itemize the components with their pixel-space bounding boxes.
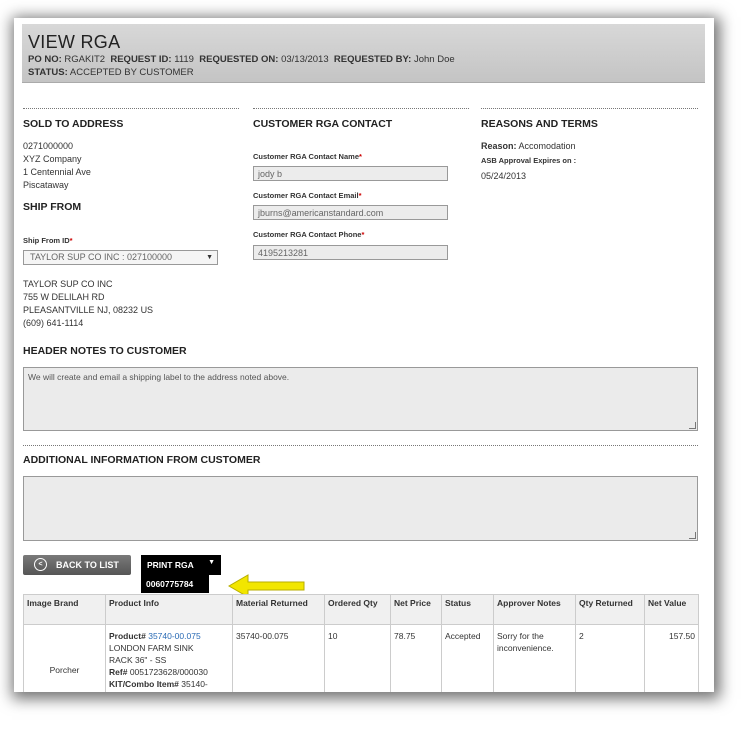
address-line: 1 Centennial Ave xyxy=(23,167,91,177)
requested-on-value: 03/13/2013 xyxy=(281,54,329,65)
column-header: Ordered Qty xyxy=(324,594,391,625)
print-rga-button[interactable]: PRINT RGA ▼ xyxy=(141,555,221,575)
column-header: Qty Returned xyxy=(575,594,645,625)
table-header-row: Image Brand Product Info Material Return… xyxy=(23,594,699,625)
contact-name-label: Customer RGA Contact Name* xyxy=(253,152,362,161)
resize-grip-icon[interactable] xyxy=(689,532,696,539)
additional-info-textarea[interactable] xyxy=(23,476,698,541)
approver-notes-line: inconvenience. xyxy=(497,643,554,653)
column-header: Status xyxy=(441,594,494,625)
print-option-item[interactable]: 0060775784 xyxy=(141,575,209,593)
approver-notes-line: Sorry for the xyxy=(497,631,544,641)
kit-value: 35140- xyxy=(181,679,208,689)
divider xyxy=(23,445,698,446)
column-header: Image Brand xyxy=(23,594,106,625)
additional-info-title: ADDITIONAL INFORMATION FROM CUSTOMER xyxy=(23,454,261,466)
reasons-title: REASONS AND TERMS xyxy=(481,118,598,130)
chevron-left-icon: < xyxy=(34,558,47,571)
contact-title: CUSTOMER RGA CONTACT xyxy=(253,118,393,130)
contact-email-label: Customer RGA Contact Email* xyxy=(253,191,362,200)
ref-label: Ref# xyxy=(109,667,128,677)
column-header: Approver Notes xyxy=(493,594,576,625)
ship-from-select[interactable]: TAYLOR SUP CO INC : 027100000 ▼ xyxy=(23,250,218,265)
sold-to-address: 0271000000 XYZ Company 1 Centennial Ave … xyxy=(23,140,91,192)
requested-by-value: John Doe xyxy=(413,54,455,65)
request-id-label: REQUEST ID: xyxy=(110,54,172,65)
divider xyxy=(23,108,239,109)
approval-label: ASB Approval Expires on : xyxy=(481,156,577,165)
page-title: VIEW RGA xyxy=(28,32,121,52)
column-header: Material Returned xyxy=(232,594,325,625)
net-value-cell: 157.50 xyxy=(644,624,699,692)
reason-line: Reason: Accomodation xyxy=(481,140,576,153)
request-id-value: 1119 xyxy=(174,54,194,65)
column-header: Net Price xyxy=(390,594,442,625)
contact-phone-label: Customer RGA Contact Phone* xyxy=(253,230,365,239)
material-returned-cell: 35740-00.075 xyxy=(232,624,325,692)
items-table: Image Brand Product Info Material Return… xyxy=(23,594,699,692)
reason-label: Reason: xyxy=(481,141,517,151)
back-to-list-button[interactable]: < BACK TO LIST xyxy=(23,555,131,575)
qty-returned-cell: 2 xyxy=(575,624,645,692)
ship-from-id-label: Ship From ID* xyxy=(23,236,73,245)
product-label: Product# xyxy=(109,631,146,641)
ship-from-address: TAYLOR SUP CO INC 755 W DELILAH RD PLEAS… xyxy=(23,278,153,330)
rga-window: VIEW RGA PO NO: RGAKIT2 REQUEST ID: 1119… xyxy=(14,18,714,692)
table-row: Porcher Product# 35740-00.075 LONDON FAR… xyxy=(23,624,699,692)
resize-grip-icon[interactable] xyxy=(689,422,696,429)
header-notes-text: We will create and email a shipping labe… xyxy=(28,372,290,382)
kit-label: KIT/Combo Item# xyxy=(109,679,179,689)
address-line: XYZ Company xyxy=(23,154,82,164)
ordered-qty-cell: 10 xyxy=(324,624,391,692)
sold-to-title: SOLD TO ADDRESS xyxy=(23,118,124,130)
header-notes-title: HEADER NOTES TO CUSTOMER xyxy=(23,345,187,357)
product-info-cell: Product# 35740-00.075 LONDON FARM SINK R… xyxy=(105,624,233,692)
contact-name-field[interactable]: jody b xyxy=(253,166,448,181)
approval-date: 05/24/2013 xyxy=(481,171,527,181)
divider xyxy=(253,108,469,109)
reason-value: Accomodation xyxy=(518,141,576,151)
header-info-line: PO NO: RGAKIT2 REQUEST ID: 1119 REQUESTE… xyxy=(28,54,455,65)
po-value: RGAKIT2 xyxy=(64,54,106,65)
po-label: PO NO: xyxy=(28,54,62,65)
requested-on-label: REQUESTED ON: xyxy=(199,54,279,65)
back-to-list-label: BACK TO LIST xyxy=(56,560,119,570)
status-value: ACCEPTED BY CUSTOMER xyxy=(69,67,194,78)
contact-email-field[interactable]: jburns@americanstandard.com xyxy=(253,205,448,220)
net-price-cell: 78.75 xyxy=(390,624,442,692)
ship-from-title: SHIP FROM xyxy=(23,201,82,213)
status-label: STATUS: xyxy=(28,67,68,78)
address-line: (609) 641-1114 xyxy=(23,318,84,328)
status-cell: Accepted xyxy=(441,624,494,692)
page-header: VIEW RGA PO NO: RGAKIT2 REQUEST ID: 1119… xyxy=(22,24,705,83)
ref-value: 0051723628/000030 xyxy=(129,667,208,677)
product-name: LONDON FARM SINK xyxy=(109,643,194,653)
header-notes-textarea[interactable]: We will create and email a shipping labe… xyxy=(23,367,698,431)
print-rga-label: PRINT RGA xyxy=(147,560,194,570)
column-header: Net Value xyxy=(644,594,699,625)
address-line: 0271000000 xyxy=(23,141,74,151)
column-header: Product Info xyxy=(105,594,233,625)
product-link[interactable]: 35740-00.075 xyxy=(148,631,200,641)
contact-phone-field[interactable]: 4195213281 xyxy=(253,245,448,260)
chevron-down-icon: ▼ xyxy=(206,254,213,261)
brand-cell: Porcher xyxy=(23,624,106,692)
ship-from-select-value: TAYLOR SUP CO INC : 027100000 xyxy=(30,252,173,262)
address-line: PLEASANTVILLE NJ, 08232 US xyxy=(23,305,154,315)
address-line: 755 W DELILAH RD xyxy=(23,292,105,302)
address-line: TAYLOR SUP CO INC xyxy=(23,279,113,289)
approver-notes-cell: Sorry for the inconvenience. xyxy=(493,624,576,692)
address-line: Piscataway xyxy=(23,180,69,190)
product-name: RACK 36" - SS xyxy=(109,655,167,665)
chevron-down-icon: ▼ xyxy=(208,559,215,566)
header-status-line: STATUS: ACCEPTED BY CUSTOMER xyxy=(28,67,194,78)
requested-by-label: REQUESTED BY: xyxy=(333,54,412,65)
divider xyxy=(481,108,698,109)
